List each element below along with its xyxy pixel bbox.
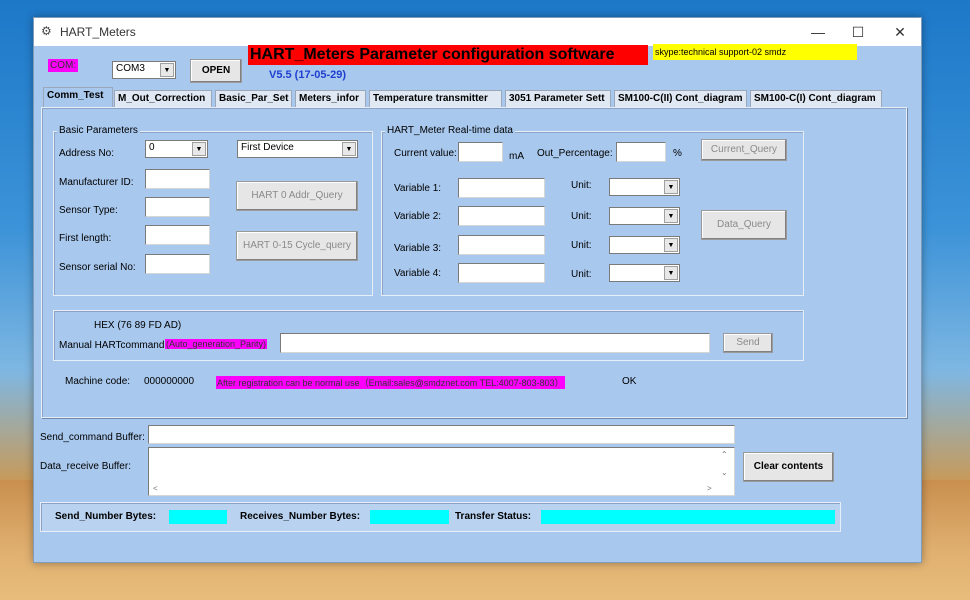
- tab-sm100-c2-cont-diagram[interactable]: SM100-C(II) Cont_diagram: [614, 90, 747, 107]
- unit-4-label: Unit:: [571, 269, 592, 280]
- tab-temperature-transmitter[interactable]: Temperature transmitter: [369, 90, 502, 107]
- manufacturer-field[interactable]: [145, 169, 210, 189]
- out-percentage-label: Out_Percentage:: [537, 148, 613, 159]
- unit-1-select[interactable]: ▼: [609, 178, 680, 196]
- unit-2-label: Unit:: [571, 211, 592, 222]
- chevron-down-icon: ▼: [664, 266, 678, 280]
- manual-command-field[interactable]: [280, 333, 710, 353]
- close-icon[interactable]: ✕: [885, 22, 915, 42]
- manufacturer-label: Manufacturer ID:: [59, 177, 134, 188]
- current-value-label: Current value:: [394, 148, 457, 159]
- machine-status: OK: [622, 376, 637, 387]
- receive-buffer-area[interactable]: ⌃ ⌄ < >: [148, 447, 735, 496]
- receive-bytes-value: [370, 510, 449, 524]
- app-window: ⚙ HART_Meters — ☐ ✕ COM: COM3 ▼ OPEN HAR…: [33, 17, 922, 563]
- ma-unit-label: mA: [509, 151, 524, 162]
- out-percentage-field[interactable]: [616, 142, 666, 162]
- scroll-right-icon[interactable]: >: [707, 484, 712, 493]
- com-port-value: COM3: [116, 63, 145, 74]
- tab-sm100-c1-cont-diagram[interactable]: SM100-C(I) Cont_diagram: [750, 90, 882, 107]
- percent-unit-label: %: [673, 148, 682, 159]
- realtime-data-title: HART_Meter Real-time data: [385, 125, 515, 136]
- send-buffer-field[interactable]: [148, 425, 735, 444]
- address-label: Address No:: [59, 148, 115, 159]
- variable-4-label: Variable 4:: [394, 268, 442, 279]
- hex-label: HEX (76 89 FD AD): [94, 320, 182, 331]
- first-length-field[interactable]: [145, 225, 210, 245]
- send-bytes-label: Send_Number Bytes:: [55, 511, 157, 522]
- variable-3-label: Variable 3:: [394, 243, 442, 254]
- unit-4-select[interactable]: ▼: [609, 264, 680, 282]
- minimize-icon[interactable]: —: [803, 22, 833, 42]
- current-query-button[interactable]: Current_Query: [701, 139, 787, 161]
- scroll-down-icon[interactable]: ⌄: [721, 468, 728, 477]
- variable-3-field[interactable]: [458, 235, 545, 255]
- receive-bytes-label: Receives_Number Bytes:: [240, 511, 361, 522]
- window-title: HART_Meters: [60, 25, 136, 39]
- clear-contents-button[interactable]: Clear contents: [743, 452, 834, 482]
- unit-2-select[interactable]: ▼: [609, 207, 680, 225]
- addr-query-button[interactable]: HART 0 Addr_Query: [236, 181, 358, 211]
- chevron-down-icon: ▼: [664, 180, 678, 194]
- unit-1-label: Unit:: [571, 180, 592, 191]
- tab-meters-infor[interactable]: Meters_infor: [295, 90, 366, 107]
- device-value: First Device: [241, 142, 294, 153]
- tab-m-out-correction[interactable]: M_Out_Correction: [114, 90, 212, 107]
- transfer-status-label: Transfer Status:: [455, 511, 532, 522]
- first-length-label: First length:: [59, 233, 112, 244]
- open-button[interactable]: OPEN: [190, 59, 242, 83]
- sensor-type-label: Sensor Type:: [59, 205, 118, 216]
- send-buffer-label: Send_command Buffer:: [40, 432, 145, 443]
- app-title-banner: HART_Meters Parameter configuration soft…: [248, 45, 648, 65]
- variable-1-field[interactable]: [458, 178, 545, 198]
- auto-parity-tag: (Auto_generation_Parity): [165, 339, 268, 349]
- unit-3-label: Unit:: [571, 240, 592, 251]
- title-bar: ⚙ HART_Meters — ☐ ✕: [34, 18, 921, 46]
- send-button[interactable]: Send: [723, 333, 773, 353]
- chevron-down-icon: ▼: [160, 63, 174, 77]
- device-select[interactable]: First Device ▼: [237, 140, 358, 158]
- variable-2-label: Variable 2:: [394, 211, 442, 222]
- basic-parameters-title: Basic Parameters: [57, 125, 140, 136]
- sensor-type-field[interactable]: [145, 197, 210, 217]
- scroll-left-icon[interactable]: <: [153, 484, 158, 493]
- tab-3051-parameter[interactable]: 3051 Parameter Sett: [505, 90, 611, 107]
- manual-command-label: Manual HARTcommand:: [59, 340, 168, 351]
- address-select[interactable]: 0 ▼: [145, 140, 208, 158]
- version-label: V5.5 (17-05-29): [269, 69, 347, 81]
- registration-notice: After registration can be normal use（Ema…: [216, 376, 565, 389]
- variable-1-label: Variable 1:: [394, 183, 442, 194]
- com-label: COM:: [48, 59, 79, 72]
- current-value-field[interactable]: [458, 142, 503, 162]
- skype-support: skype:technical support-02 smdz: [653, 44, 857, 60]
- cycle-query-button[interactable]: HART 0-15 Cycle_query: [236, 231, 358, 261]
- data-query-button[interactable]: Data_Query: [701, 210, 787, 240]
- unit-3-select[interactable]: ▼: [609, 236, 680, 254]
- sensor-serial-label: Sensor serial No:: [59, 262, 136, 273]
- com-port-select[interactable]: COM3 ▼: [112, 61, 176, 79]
- tab-comm-test[interactable]: Comm_Test: [43, 87, 113, 108]
- address-value: 0: [149, 142, 155, 153]
- tab-basic-par-set[interactable]: Basic_Par_Set: [215, 90, 292, 107]
- chevron-down-icon: ▼: [192, 142, 206, 156]
- variable-2-field[interactable]: [458, 206, 545, 226]
- maximize-icon[interactable]: ☐: [843, 22, 873, 42]
- sensor-serial-field[interactable]: [145, 254, 210, 274]
- variable-4-field[interactable]: [458, 263, 545, 283]
- machine-code-value: 000000000: [144, 376, 195, 387]
- app-icon: ⚙: [41, 24, 52, 38]
- scroll-up-icon[interactable]: ⌃: [721, 450, 728, 459]
- receive-buffer-label: Data_receive Buffer:: [40, 461, 131, 472]
- machine-code-label: Machine code:: [65, 376, 131, 387]
- transfer-status-value: [541, 510, 835, 524]
- chevron-down-icon: ▼: [664, 238, 678, 252]
- send-bytes-value: [169, 510, 227, 524]
- chevron-down-icon: ▼: [664, 209, 678, 223]
- chevron-down-icon: ▼: [342, 142, 356, 156]
